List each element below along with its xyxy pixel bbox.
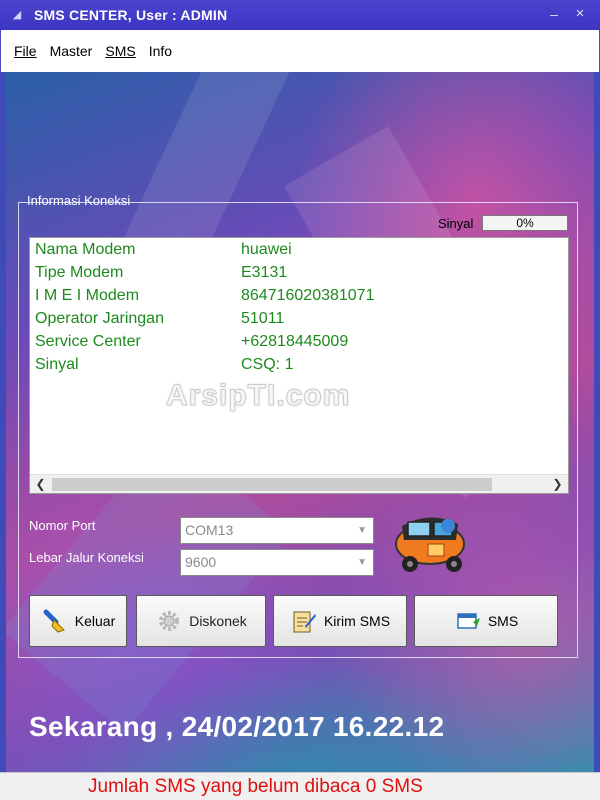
connection-info-panel[interactable]: Nama Modem huawei Tipe Modem E3131 I M E… [29, 237, 569, 494]
status-bar: Jumlah SMS yang belum dibaca 0 SMS [0, 772, 600, 800]
info-label: Operator Jaringan [35, 310, 164, 327]
menu-sms[interactable]: SMS [105, 43, 135, 59]
disconnect-button[interactable]: Diskonek [136, 595, 266, 647]
chevron-down-icon[interactable]: ▼ [357, 518, 367, 543]
current-datetime: Sekarang , 24/02/2017 16.22.12 [29, 711, 445, 742]
menu-master[interactable]: Master [50, 43, 93, 59]
port-value: COM13 [185, 522, 234, 538]
compose-icon [290, 607, 318, 635]
info-value: E3131 [241, 264, 288, 281]
baud-value: 9600 [185, 554, 217, 570]
baud-select[interactable]: 9600 ▼ [180, 549, 374, 576]
info-value: huawei [241, 241, 292, 258]
minimize-button[interactable]: – [546, 6, 562, 22]
scroll-thumb[interactable] [52, 478, 492, 491]
group-legend: Informasi Koneksi [27, 193, 131, 208]
menu-sms-label: SMS [105, 43, 136, 59]
scroll-right-icon[interactable]: ❯ [549, 476, 566, 493]
exit-label: Keluar [74, 613, 116, 629]
sms-button[interactable]: SMS [414, 595, 558, 647]
info-label: Sinyal [35, 356, 79, 373]
send-sms-label: Kirim SMS [323, 613, 391, 629]
app-icon[interactable]: ◢ [10, 8, 24, 22]
horizontal-scrollbar[interactable]: ❮ ❯ [30, 474, 568, 493]
close-button[interactable]: × [572, 6, 588, 22]
window-title: SMS CENTER, User : ADMIN [34, 7, 228, 23]
signal-progress-bar: 0% [482, 215, 568, 231]
menu-info[interactable]: Info [149, 43, 172, 59]
disconnect-label: Diskonek [189, 613, 247, 629]
brush-exit-icon [41, 607, 69, 635]
baud-label: Lebar Jalur Koneksi [29, 550, 144, 565]
info-value: 51011 [241, 310, 285, 327]
info-value: 864716020381071 [241, 287, 375, 304]
menu-file[interactable]: File [14, 43, 37, 59]
send-sms-button[interactable]: Kirim SMS [273, 595, 407, 647]
info-label: Tipe Modem [35, 264, 124, 281]
port-select[interactable]: COM13 ▼ [180, 517, 374, 544]
menu-file-label: File [14, 43, 37, 59]
info-value: +62818445009 [241, 333, 349, 350]
info-label: Nama Modem [35, 241, 136, 258]
chevron-down-icon[interactable]: ▼ [357, 550, 367, 575]
info-label: Service Center [35, 333, 141, 350]
info-label: I M E I Modem [35, 287, 140, 304]
title-bar: ◢ SMS CENTER, User : ADMIN – × [0, 0, 600, 30]
gear-icon [155, 607, 183, 635]
signal-label: Sinyal [438, 216, 474, 231]
scroll-left-icon[interactable]: ❮ [32, 476, 49, 493]
window-frame-right [594, 72, 600, 772]
menu-bar: File Master SMS Info [0, 30, 600, 72]
exit-button[interactable]: Keluar [29, 595, 127, 647]
sms-label: SMS [487, 613, 519, 629]
port-label: Nomor Port [29, 518, 96, 533]
watermark: ArsipTI.com [165, 379, 351, 413]
message-window-icon [454, 607, 482, 635]
bajaj-vehicle-icon [395, 517, 465, 572]
unread-sms-status: Jumlah SMS yang belum dibaca 0 SMS [88, 776, 423, 797]
info-value: CSQ: 1 [241, 356, 294, 373]
